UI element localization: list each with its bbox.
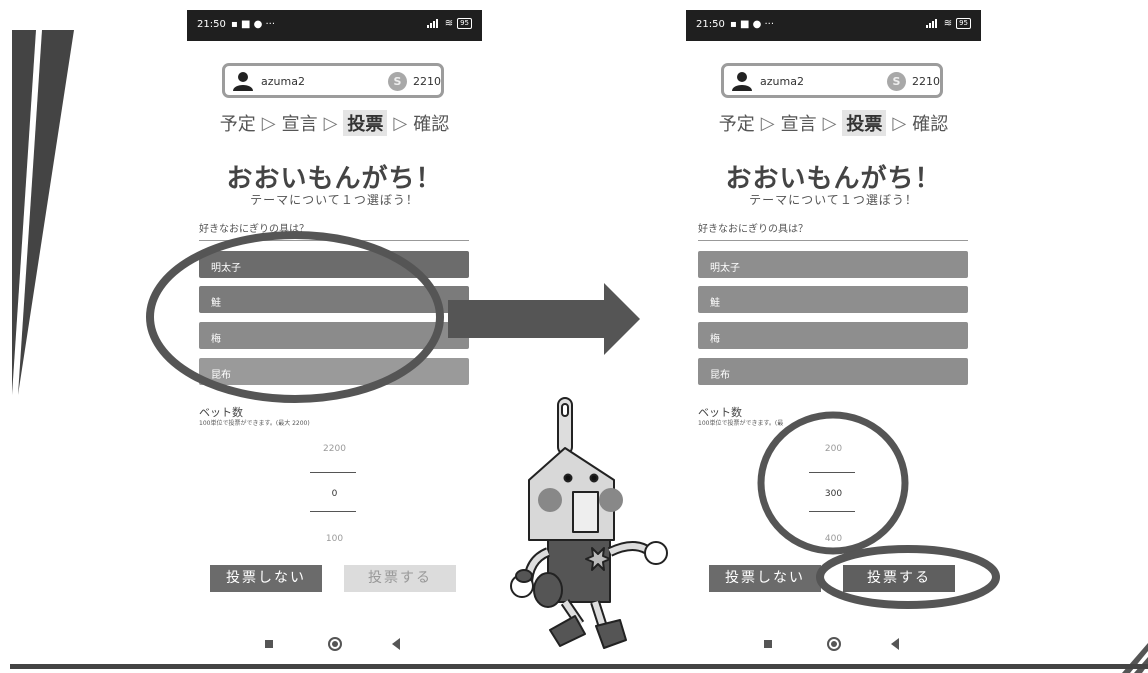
- option-salmon[interactable]: 鮭: [698, 286, 968, 313]
- bet-picker-value[interactable]: 0: [187, 489, 482, 499]
- username: azuma2: [261, 75, 305, 88]
- option-salmon[interactable]: 鮭: [199, 286, 469, 313]
- phone-screen-before: 21:50 ▪ ■ ● ··· ≋ 95 azuma2 S 2210 予定 ▷ …: [187, 10, 482, 663]
- wifi-icon: ≋: [444, 18, 454, 29]
- username: azuma2: [760, 75, 804, 88]
- status-notification-icons: ▪ ■ ● ···: [730, 19, 775, 30]
- step-arrow-icon: ▷: [393, 112, 408, 134]
- step-arrow-icon: ▷: [822, 112, 837, 134]
- step-schedule: 予定: [718, 114, 755, 135]
- phone-screen-after: 21:50 ▪ ■ ● ··· ≋ 95 azuma2 S 2210 予定 ▷ …: [686, 10, 981, 663]
- no-vote-button[interactable]: 投票しない: [709, 565, 821, 592]
- home-icon[interactable]: [827, 637, 841, 651]
- status-notification-icons: ▪ ■ ● ···: [231, 19, 276, 30]
- user-avatar-icon: [732, 72, 752, 91]
- progress-steps: 予定 ▷ 宣言 ▷ 投票 ▷ 確認: [187, 110, 482, 136]
- decorative-slash-left: [12, 30, 74, 395]
- wifi-icon: ≋: [943, 18, 953, 29]
- user-avatar-icon: [233, 72, 253, 91]
- picker-divider: [809, 472, 855, 473]
- question-text: 好きなおにぎりの具は？: [698, 220, 968, 241]
- option-plum[interactable]: 梅: [698, 322, 968, 349]
- status-time: 21:50: [696, 19, 725, 30]
- coin-icon: S: [388, 72, 407, 91]
- option-plum[interactable]: 梅: [199, 322, 469, 349]
- option-mentaiko[interactable]: 明太子: [698, 251, 968, 278]
- picker-divider: [310, 472, 356, 473]
- question-text: 好きなおにぎりの具は？: [199, 220, 469, 241]
- page-title: おおいもんがち！: [226, 164, 443, 194]
- slide-bottom-bar: [10, 664, 1148, 669]
- bet-picker-value[interactable]: 300: [686, 489, 981, 499]
- page-title: おおいもんがち！: [725, 164, 942, 194]
- vote-button-disabled[interactable]: 投票する: [344, 565, 456, 592]
- option-kombu[interactable]: 昆布: [698, 358, 968, 385]
- step-arrow-icon: ▷: [760, 112, 775, 134]
- step-confirm: 確認: [413, 114, 450, 135]
- status-right-icons: ≋ 95: [925, 18, 971, 29]
- step-arrow-icon: ▷: [892, 112, 907, 134]
- back-icon[interactable]: [891, 638, 899, 650]
- step-declare: 宣言: [281, 114, 318, 135]
- option-kombu[interactable]: 昆布: [199, 358, 469, 385]
- android-nav-bar: [686, 635, 981, 653]
- user-info-box: azuma2 S 2210: [721, 63, 943, 98]
- battery-icon: 95: [956, 18, 971, 29]
- android-nav-bar: [187, 635, 482, 653]
- progress-steps: 予定 ▷ 宣言 ▷ 投票 ▷ 確認: [686, 110, 981, 136]
- coin-icon: S: [887, 72, 906, 91]
- picker-divider: [310, 511, 356, 512]
- page-subtitle: テーマについて１つ選ぼう！: [749, 193, 918, 207]
- step-declare: 宣言: [780, 114, 817, 135]
- signal-icon: [426, 19, 438, 28]
- bet-note: 100単位で投票ができます。(最: [698, 420, 784, 427]
- step-schedule: 予定: [219, 114, 256, 135]
- bet-picker-next-value[interactable]: 400: [686, 534, 981, 544]
- robot-mascot-illustration: [510, 397, 668, 649]
- step-vote: 投票: [842, 110, 887, 136]
- recents-icon[interactable]: [764, 640, 772, 648]
- back-icon[interactable]: [392, 638, 400, 650]
- step-vote: 投票: [343, 110, 388, 136]
- bet-picker-prev-value[interactable]: 2200: [187, 444, 482, 454]
- page-subtitle: テーマについて１つ選ぼう！: [250, 193, 419, 207]
- status-bar: 21:50 ▪ ■ ● ··· ≋ 95: [686, 10, 981, 41]
- status-time: 21:50: [197, 19, 226, 30]
- bet-note: 100単位で投票ができます。(最大 2200): [199, 420, 310, 427]
- status-right-icons: ≋ 95: [426, 18, 472, 29]
- user-info-box: azuma2 S 2210: [222, 63, 444, 98]
- home-icon[interactable]: [328, 637, 342, 651]
- picker-divider: [809, 511, 855, 512]
- battery-icon: 95: [457, 18, 472, 29]
- bet-picker-prev-value[interactable]: 200: [686, 444, 981, 454]
- signal-icon: [925, 19, 937, 28]
- coin-balance: 2210: [413, 75, 441, 88]
- step-arrow-icon: ▷: [261, 112, 276, 134]
- option-mentaiko[interactable]: 明太子: [199, 251, 469, 278]
- bet-picker-next-value[interactable]: 100: [187, 534, 482, 544]
- status-bar: 21:50 ▪ ■ ● ··· ≋ 95: [187, 10, 482, 41]
- vote-button[interactable]: 投票する: [843, 565, 955, 592]
- no-vote-button[interactable]: 投票しない: [210, 565, 322, 592]
- recents-icon[interactable]: [265, 640, 273, 648]
- step-arrow-icon: ▷: [323, 112, 338, 134]
- coin-balance: 2210: [912, 75, 940, 88]
- step-confirm: 確認: [912, 114, 949, 135]
